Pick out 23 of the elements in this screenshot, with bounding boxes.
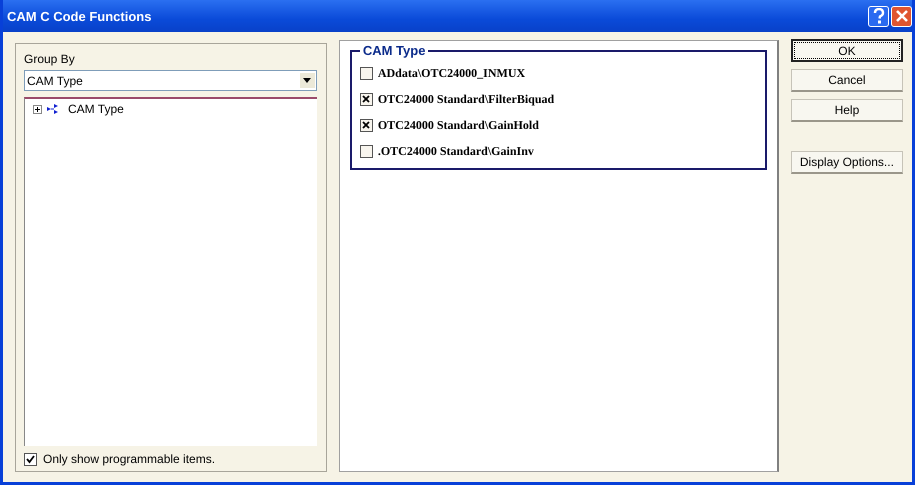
close-button[interactable] bbox=[891, 6, 912, 26]
tree-item[interactable]: CAM Type bbox=[68, 102, 124, 116]
function-checkbox[interactable]: OTC24000 Standard\GainHold bbox=[360, 112, 755, 138]
group-title: CAM Type bbox=[362, 43, 426, 58]
only-programmable-checkbox[interactable]: Only show programmable items. bbox=[24, 452, 317, 466]
function-checkbox[interactable]: .OTC24000 Standard\GainInv bbox=[360, 138, 755, 164]
window-title: CAM C Code Functions bbox=[6, 8, 152, 24]
group-by-dropdown[interactable]: CAM Type bbox=[24, 70, 317, 91]
function-checkbox[interactable]: ADdata\OTC24000_INMUX bbox=[360, 60, 755, 86]
check-mark-icon bbox=[26, 454, 35, 464]
dropdown-arrow-icon bbox=[303, 78, 312, 83]
cross-mark-icon bbox=[362, 121, 370, 129]
dialog-button[interactable]: Cancel bbox=[790, 69, 903, 92]
help-button[interactable] bbox=[868, 6, 889, 26]
expand-toggle[interactable] bbox=[33, 104, 42, 114]
function-checkbox[interactable]: OTC24000 Standard\FilterBiquad bbox=[360, 86, 755, 112]
cross-mark-icon bbox=[362, 95, 370, 103]
group-by-label: Group By bbox=[24, 52, 76, 66]
help-icon bbox=[872, 8, 886, 24]
dialog-button[interactable]: Display Options... bbox=[790, 151, 903, 174]
dialog-button[interactable]: OK bbox=[790, 39, 903, 62]
close-icon bbox=[896, 10, 908, 22]
dialog-button[interactable]: Help bbox=[790, 99, 903, 122]
